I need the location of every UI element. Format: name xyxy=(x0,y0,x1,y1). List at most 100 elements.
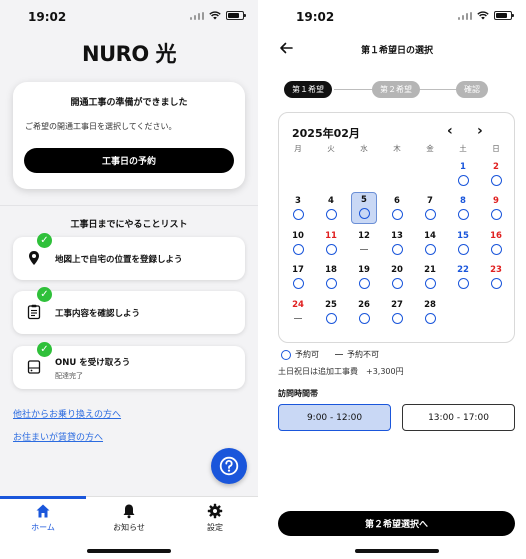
available-mark-icon xyxy=(424,313,436,324)
available-mark-icon xyxy=(292,244,304,255)
calendar-day[interactable]: 8 xyxy=(450,194,476,224)
visit-time-title: 訪問時間帯 xyxy=(278,389,318,398)
calendar-day[interactable]: 28 xyxy=(417,298,443,328)
calendar-day[interactable]: 19 xyxy=(351,263,377,293)
calendar-day[interactable]: 22 xyxy=(450,263,476,293)
status-time: 19:02 xyxy=(296,10,335,24)
calendar-day[interactable]: 5 xyxy=(351,192,377,224)
calendar-day[interactable]: 15 xyxy=(450,229,476,259)
weekday-label: 火 xyxy=(327,144,335,153)
construction-ready-card: 開通工事の準備ができました ご希望の開通工事日を選択してください。 工事日の予約 xyxy=(13,82,245,189)
day-number: 12 xyxy=(358,231,370,241)
home-icon xyxy=(36,504,50,518)
tab-label: ホーム xyxy=(31,523,55,532)
calendar-day[interactable]: 27 xyxy=(384,298,410,328)
switch-provider-link[interactable]: 他社からお乗り換えの方へ xyxy=(13,407,121,420)
calendar-day[interactable]: 26 xyxy=(351,298,377,328)
task-label: ONU を受け取ろう xyxy=(55,358,131,368)
available-mark-icon xyxy=(490,278,502,289)
calendar-day[interactable]: 20 xyxy=(384,263,410,293)
calendar-day: 24 xyxy=(285,298,311,328)
task-receive-onu[interactable]: ✓ ONU を受け取ろう 配達完了 xyxy=(13,342,245,389)
calendar-legend: 予約可 予約不可 xyxy=(281,349,379,360)
time-slot-afternoon[interactable]: 13:00 - 17:00 xyxy=(402,404,515,431)
tab-home[interactable]: ホーム xyxy=(0,503,86,533)
bell-icon xyxy=(123,504,135,519)
calendar-day[interactable]: 11 xyxy=(318,229,344,259)
unavailable-mark-icon xyxy=(294,318,302,319)
wifi-icon xyxy=(209,11,221,20)
available-mark-icon xyxy=(457,278,469,289)
calendar-day[interactable]: 25 xyxy=(318,298,344,328)
calendar-day[interactable]: 4 xyxy=(318,194,344,224)
signal-icon xyxy=(458,11,472,20)
available-mark-icon xyxy=(457,175,469,186)
calendar-day[interactable]: 6 xyxy=(384,194,410,224)
legend-available: 予約可 xyxy=(295,350,319,359)
day-number: 11 xyxy=(325,231,337,241)
card-description: ご希望の開通工事日を選択してください。 xyxy=(25,122,177,131)
gear-icon xyxy=(207,503,223,519)
day-number: 7 xyxy=(427,196,433,206)
step-first-choice: 第１希望 xyxy=(284,81,332,98)
wifi-icon xyxy=(477,11,489,20)
calendar-day[interactable]: 9 xyxy=(483,194,509,224)
delivery-status: 配達完了 xyxy=(55,372,83,380)
day-number: 23 xyxy=(490,265,502,275)
calendar-day[interactable]: 17 xyxy=(285,263,311,293)
day-number: 8 xyxy=(460,196,466,206)
calendar-day[interactable]: 3 xyxy=(285,194,311,224)
day-number: 25 xyxy=(325,300,337,310)
day-number: 5 xyxy=(361,195,367,205)
task-label: 地図上で自宅の位置を登録しよう xyxy=(55,255,183,265)
weekday-label: 日 xyxy=(492,144,500,153)
holiday-fee-note: 土日祝日は追加工事費 +3,300円 xyxy=(278,367,404,376)
time-slot-morning[interactable]: 9:00 - 12:00 xyxy=(278,404,391,431)
calendar-day[interactable]: 23 xyxy=(483,263,509,293)
available-mark-icon xyxy=(490,209,502,220)
prev-month-button[interactable]: ‹ xyxy=(447,123,453,139)
legend-unavailable: 予約不可 xyxy=(347,350,379,359)
tab-label: お知らせ xyxy=(113,523,145,532)
calendar-day[interactable]: 13 xyxy=(384,229,410,259)
calendar-day[interactable]: 2 xyxy=(483,160,509,190)
day-number: 4 xyxy=(328,196,334,206)
day-number: 21 xyxy=(424,265,436,275)
help-button[interactable] xyxy=(211,448,247,484)
task-register-location[interactable]: ✓ 地図上で自宅の位置を登録しよう xyxy=(13,233,245,280)
calendar-day[interactable]: 18 xyxy=(318,263,344,293)
available-mark-icon xyxy=(325,209,337,220)
date-selection-screen: 19:02 第１希望日の選択 第１希望 第２希望 確認 2025年02月 ‹ ›… xyxy=(268,0,526,559)
calendar-day[interactable]: 21 xyxy=(417,263,443,293)
unavailable-mark-icon xyxy=(360,249,368,250)
day-number: 13 xyxy=(391,231,403,241)
available-mark-icon xyxy=(325,244,337,255)
day-number: 6 xyxy=(394,196,400,206)
task-check-construction[interactable]: ✓ 工事内容を確認しよう xyxy=(13,287,245,334)
book-construction-button[interactable]: 工事日の予約 xyxy=(24,148,234,173)
tab-notifications[interactable]: お知らせ xyxy=(86,503,172,533)
battery-icon xyxy=(494,11,514,20)
question-icon xyxy=(219,456,239,476)
month-label: 2025年02月 xyxy=(292,127,360,140)
day-number: 2 xyxy=(493,162,499,172)
calendar-day[interactable]: 10 xyxy=(285,229,311,259)
rental-housing-link[interactable]: お住まいが賃貸の方へ xyxy=(13,430,103,443)
next-month-button[interactable]: › xyxy=(477,123,483,139)
day-number: 10 xyxy=(292,231,304,241)
calendar-day[interactable]: 7 xyxy=(417,194,443,224)
calendar-day[interactable]: 1 xyxy=(450,160,476,190)
status-bar: 19:02 xyxy=(0,0,258,34)
tab-indicator xyxy=(0,496,86,499)
home-screen: 19:02 NURO 光 開通工事の準備ができました ご希望の開通工事日を選択し… xyxy=(0,0,258,559)
day-number: 19 xyxy=(358,265,370,275)
next-step-button[interactable]: 第２希望選択へ xyxy=(278,511,515,536)
calendar-day[interactable]: 14 xyxy=(417,229,443,259)
calendar-day[interactable]: 16 xyxy=(483,229,509,259)
available-mark-icon xyxy=(281,349,291,360)
available-mark-icon xyxy=(490,244,502,255)
day-number: 9 xyxy=(493,196,499,206)
tab-settings[interactable]: 設定 xyxy=(172,503,258,533)
header: 第１希望日の選択 xyxy=(268,38,526,62)
tab-bar: ホーム お知らせ 設定 xyxy=(0,496,258,559)
